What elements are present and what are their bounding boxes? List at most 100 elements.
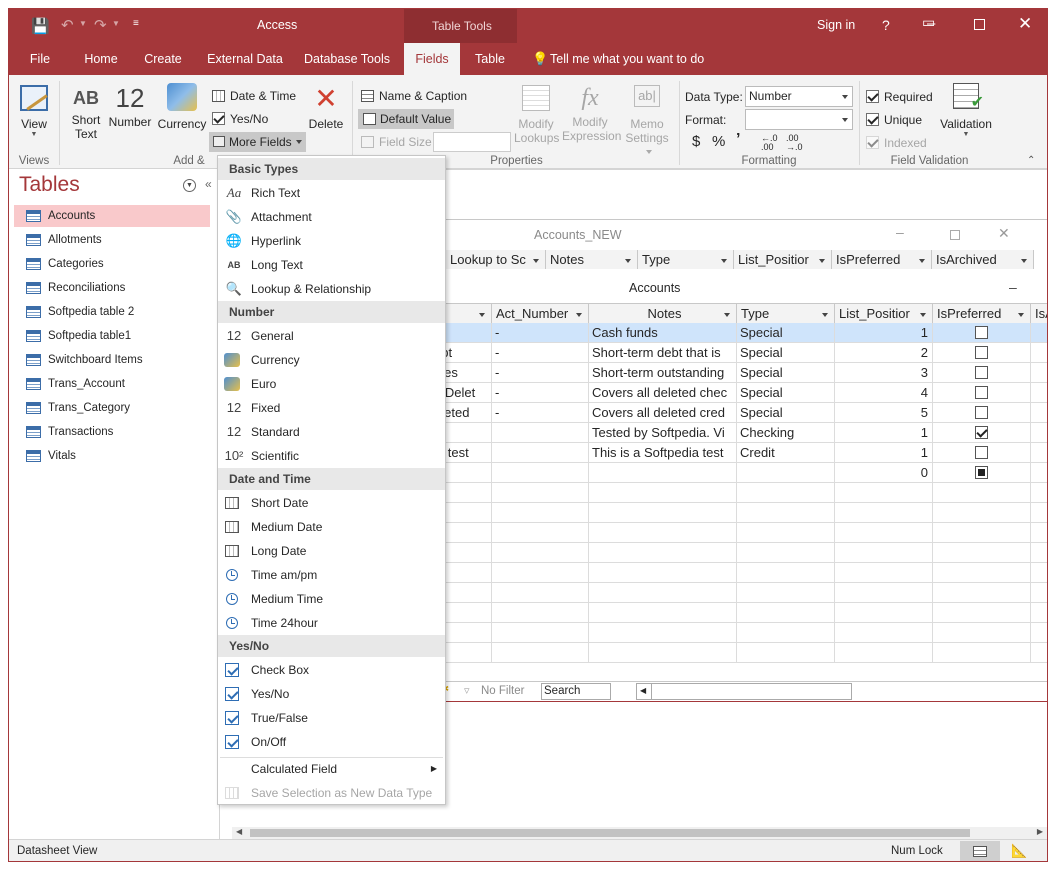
nav-item-allotments[interactable]: Allotments bbox=[14, 229, 210, 251]
tab-database-tools[interactable]: Database Tools bbox=[301, 43, 393, 75]
table-cell[interactable] bbox=[835, 503, 933, 523]
nav-item-softpedia-table1[interactable]: Softpedia table1 bbox=[14, 325, 210, 347]
column-header[interactable]: Act_Number bbox=[492, 304, 589, 324]
datasheet-view-button[interactable] bbox=[960, 841, 1000, 861]
menu-item-long-text[interactable]: AB Long Text bbox=[218, 253, 445, 277]
table-cell[interactable] bbox=[835, 523, 933, 543]
nav-item-trans-account[interactable]: Trans_Account bbox=[14, 373, 210, 395]
name-caption-button[interactable]: Name & Caption bbox=[361, 86, 467, 106]
table-cell[interactable] bbox=[1031, 643, 1047, 663]
tell-me-input[interactable]: Tell me what you want to do bbox=[550, 52, 704, 66]
table-cell[interactable] bbox=[933, 483, 1031, 503]
menu-item-on-off[interactable]: On/Off bbox=[218, 730, 445, 754]
tab-file[interactable]: File bbox=[23, 43, 57, 75]
table-row[interactable]: ia test This is a Softpedia test Credit 1 bbox=[431, 443, 1047, 463]
table-cell[interactable] bbox=[589, 503, 737, 523]
currency-button[interactable]: Currency bbox=[155, 81, 209, 151]
menu-item-check-box[interactable]: Check Box bbox=[218, 658, 445, 682]
table-cell[interactable] bbox=[1031, 363, 1047, 383]
table-cell[interactable] bbox=[492, 523, 589, 543]
table-cell[interactable] bbox=[737, 583, 835, 603]
nav-item-categories[interactable]: Categories bbox=[14, 253, 210, 275]
table-cell[interactable] bbox=[933, 343, 1031, 363]
table-cell[interactable] bbox=[933, 643, 1031, 663]
percent-format-icon[interactable]: % bbox=[712, 133, 725, 150]
save-icon[interactable]: 💾 bbox=[31, 17, 50, 35]
checkbox[interactable] bbox=[975, 326, 988, 339]
table-cell[interactable] bbox=[737, 603, 835, 623]
menu-item-scientific[interactable]: 10² Scientific bbox=[218, 444, 445, 468]
indexed-checkbox[interactable]: Indexed bbox=[866, 133, 927, 153]
required-checkbox[interactable]: Required bbox=[866, 87, 933, 107]
table-cell[interactable] bbox=[1031, 343, 1047, 363]
menu-item-euro[interactable]: Euro bbox=[218, 372, 445, 396]
table-cell[interactable] bbox=[1031, 383, 1047, 403]
table-cell[interactable] bbox=[933, 563, 1031, 583]
field-size-input[interactable] bbox=[433, 132, 511, 152]
memo-settings-button[interactable]: ab| Memo Settings bbox=[621, 85, 673, 155]
increase-decimals-icon[interactable]: ←.0.00 bbox=[761, 134, 778, 152]
search-input[interactable]: Search bbox=[541, 683, 611, 700]
column-header[interactable]: Notes bbox=[546, 250, 638, 270]
table-row[interactable] bbox=[431, 543, 1047, 563]
table-cell[interactable] bbox=[492, 583, 589, 603]
modify-expression-button[interactable]: fx Modify Expression bbox=[562, 83, 621, 153]
table-cell[interactable] bbox=[933, 383, 1031, 403]
table-cell[interactable] bbox=[1031, 463, 1047, 483]
table-cell[interactable] bbox=[737, 623, 835, 643]
scrollbar-thumb[interactable] bbox=[250, 829, 970, 837]
table-cell[interactable] bbox=[1031, 483, 1047, 503]
table-cell[interactable]: Short-term debt that is bbox=[589, 343, 737, 363]
scroll-left-icon[interactable]: ◀ bbox=[236, 827, 242, 836]
table-cell[interactable] bbox=[492, 463, 589, 483]
table-row[interactable]: bles-Short-term outstandingSpecial3 bbox=[431, 363, 1047, 383]
tab-home[interactable]: Home bbox=[79, 43, 123, 75]
table-cell[interactable]: Tested by Softpedia. Vi bbox=[589, 423, 737, 443]
date-time-button[interactable]: Date & Time bbox=[212, 86, 296, 106]
column-header[interactable]: Type bbox=[638, 250, 734, 270]
number-button[interactable]: 12 Number bbox=[107, 81, 153, 151]
table-cell[interactable] bbox=[737, 543, 835, 563]
table-cell[interactable] bbox=[933, 523, 1031, 543]
table-cell[interactable] bbox=[933, 363, 1031, 383]
table-cell[interactable] bbox=[1031, 403, 1047, 423]
table-row[interactable]: ebt-Short-term debt that isSpecial2 bbox=[431, 343, 1047, 363]
save-selection-menu-item[interactable]: Save Selection as New Data Type bbox=[218, 781, 445, 805]
nav-pane-collapse-icon[interactable]: « bbox=[205, 177, 212, 191]
table-cell[interactable] bbox=[933, 423, 1031, 443]
table-cell[interactable] bbox=[589, 603, 737, 623]
table-cell[interactable] bbox=[835, 483, 933, 503]
more-fields-button[interactable]: More Fields bbox=[209, 132, 306, 152]
collapse-ribbon-icon[interactable]: ⌃ bbox=[1027, 155, 1035, 166]
table-cell[interactable]: Covers all deleted cred bbox=[589, 403, 737, 423]
table-cell[interactable]: 1 bbox=[835, 423, 933, 443]
table-cell[interactable] bbox=[589, 643, 737, 663]
table-cell[interactable] bbox=[589, 623, 737, 643]
table-cell[interactable]: Special bbox=[737, 363, 835, 383]
table-cell[interactable] bbox=[1031, 603, 1047, 623]
workspace-horizontal-scrollbar[interactable]: ◀ ▶ bbox=[232, 827, 1047, 839]
customize-toolbar-icon[interactable]: ≡ bbox=[133, 18, 139, 29]
table-cell[interactable] bbox=[835, 583, 933, 603]
table-row[interactable] bbox=[431, 583, 1047, 603]
checkbox[interactable] bbox=[975, 406, 988, 419]
table-cell[interactable]: 1 bbox=[835, 443, 933, 463]
menu-item-short-date[interactable]: Short Date bbox=[218, 491, 445, 515]
menu-item-true-false[interactable]: True/False bbox=[218, 706, 445, 730]
decrease-decimals-icon[interactable]: .00 →.0 bbox=[786, 134, 803, 152]
undo-icon[interactable]: ↶ bbox=[61, 16, 74, 34]
checkbox[interactable] bbox=[975, 366, 988, 379]
minimize-icon[interactable]: – bbox=[927, 15, 935, 32]
table-cell[interactable] bbox=[1031, 503, 1047, 523]
table-cell[interactable]: Special bbox=[737, 403, 835, 423]
table-cell[interactable] bbox=[1031, 623, 1047, 643]
checkbox[interactable] bbox=[975, 426, 988, 439]
table-cell[interactable] bbox=[492, 543, 589, 563]
table-cell[interactable] bbox=[737, 523, 835, 543]
nav-item-vitals[interactable]: Vitals bbox=[14, 445, 210, 467]
table-row[interactable] bbox=[431, 623, 1047, 643]
table-cell[interactable]: Covers all deleted chec bbox=[589, 383, 737, 403]
checkbox[interactable] bbox=[975, 446, 988, 459]
table-row[interactable] bbox=[431, 563, 1047, 583]
view-button[interactable]: View ▼ bbox=[15, 81, 53, 151]
